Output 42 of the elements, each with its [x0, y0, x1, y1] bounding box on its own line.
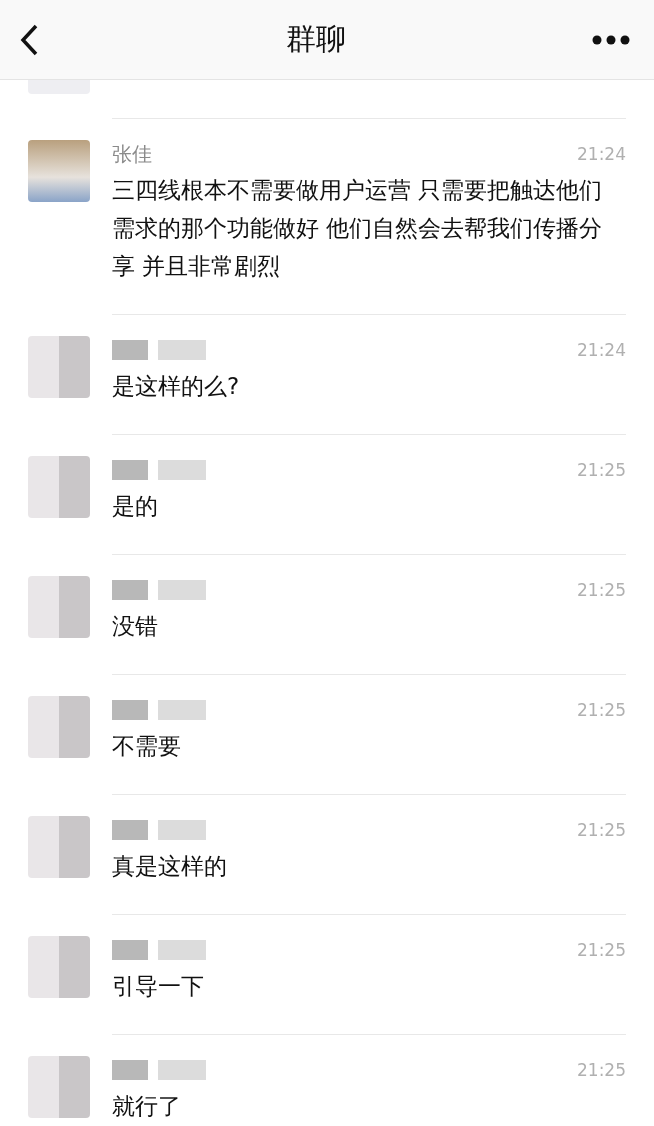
message-time: 21:24	[577, 144, 626, 164]
message-text: 就行了	[112, 1092, 182, 1121]
message-time: 21:25	[577, 820, 626, 840]
blurred-name	[112, 340, 148, 360]
avatar-placeholder[interactable]	[28, 816, 90, 878]
blurred-name	[112, 940, 148, 960]
blurred-name	[158, 460, 206, 480]
sender-name: 张佳	[112, 140, 152, 168]
blurred-name	[158, 340, 206, 360]
message-text: 没错	[112, 612, 159, 641]
message-time: 21:24	[577, 340, 626, 360]
blurred-name	[112, 820, 148, 840]
blurred-name	[112, 700, 148, 720]
blurred-name	[158, 820, 206, 840]
message-text: 三四线根本不需要做用户运营 只需要把触达他们需求的那个功能做好 他们自然会去帮我们传播分享 并且非常剧烈	[112, 176, 604, 281]
blurred-name	[112, 460, 148, 480]
message-time: 21:25	[577, 580, 626, 600]
avatar-placeholder[interactable]	[28, 1056, 90, 1118]
message-text: 是这样的么?	[112, 372, 241, 401]
photo-placeholder[interactable]	[28, 140, 90, 202]
blurred-name	[158, 700, 206, 720]
message-time: 21:25	[577, 700, 626, 720]
chat-title: 群聊	[286, 20, 346, 58]
avatar-placeholder[interactable]	[28, 576, 90, 638]
message-time: 21:25	[577, 460, 626, 480]
blurred-name	[112, 580, 148, 600]
blurred-name	[158, 940, 206, 960]
avatar-placeholder[interactable]	[28, 336, 90, 398]
message-time: 21:25	[577, 940, 626, 960]
message-text: 真是这样的	[112, 852, 228, 881]
more-icon[interactable]	[592, 34, 630, 45]
message-text: 是的	[112, 492, 159, 521]
blurred-name	[112, 1060, 148, 1080]
message-text: 不需要	[112, 732, 182, 761]
avatar-placeholder[interactable]	[28, 696, 90, 758]
message-time: 21:25	[577, 1060, 626, 1080]
blurred-name	[158, 580, 206, 600]
avatar-placeholder[interactable]	[28, 456, 90, 518]
blurred-name	[158, 1060, 206, 1080]
back-icon[interactable]	[18, 22, 40, 57]
message-text: 引导一下	[112, 972, 205, 1001]
avatar-placeholder[interactable]	[28, 936, 90, 998]
